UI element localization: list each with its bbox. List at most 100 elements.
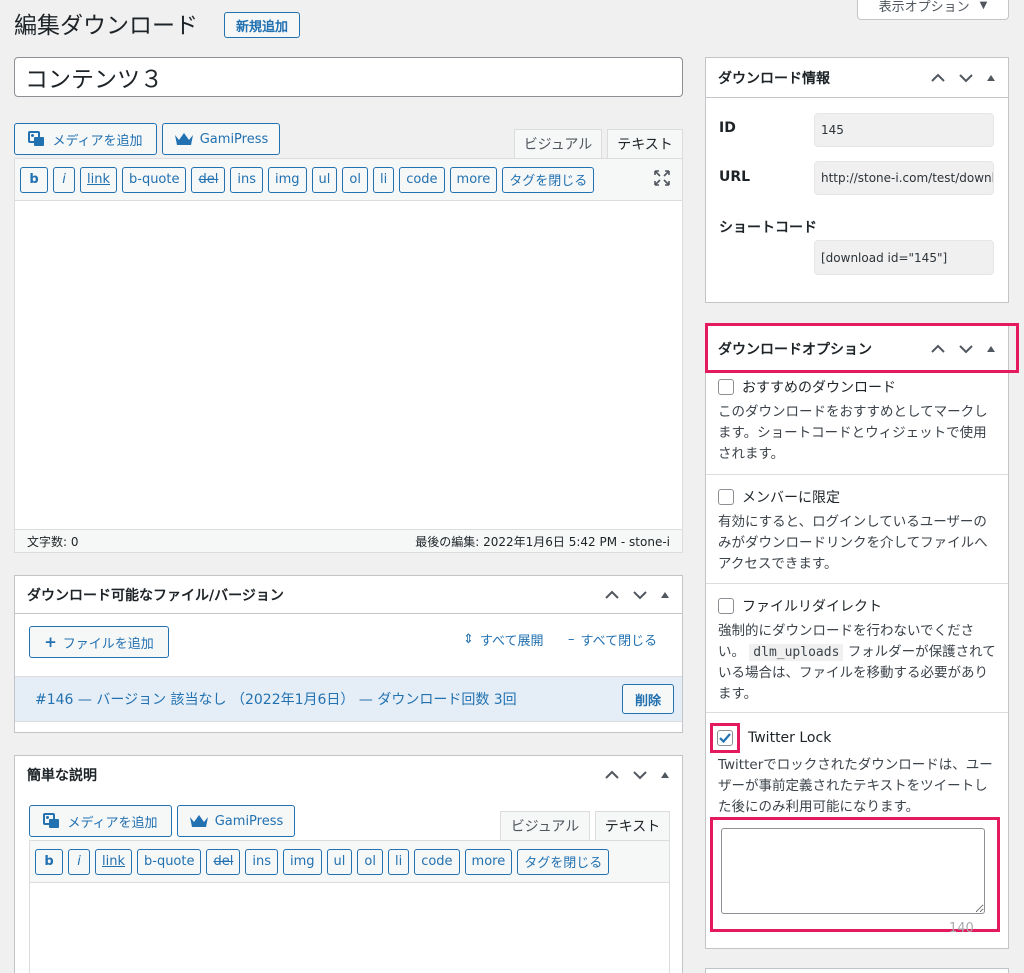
qt-img-button[interactable]: img — [282, 848, 322, 875]
expand-all-link[interactable]: ⇕ すべて展開 — [463, 630, 543, 649]
short-desc-header: 簡単な説明 — [15, 756, 682, 794]
qt-close-tags-button[interactable]: タグを閉じる — [502, 166, 595, 193]
members-description: 有効にすると、ログインしているユーザーのみがダウンロードリンクを介してファイルへ… — [718, 514, 988, 572]
next-box-stub — [705, 968, 1009, 973]
crown-icon — [189, 815, 208, 827]
char-count: 140 — [949, 921, 974, 936]
qt-li-button[interactable]: li — [372, 166, 395, 193]
move-up-icon[interactable] — [604, 590, 620, 600]
info-box-header: ダウンロード情報 — [706, 58, 1008, 98]
last-edited: 最後の編集: 2022年1月6日 5:42 PM - stone-i — [415, 534, 670, 549]
members-only-checkbox[interactable] — [718, 489, 734, 505]
screen-options-label: 表示オプション — [878, 0, 970, 15]
files-versions-box: ダウンロード可能なファイル/バージョン + ファイルを追加 ⇕ すべて展開 – … — [14, 575, 683, 733]
tweet-text-highlight — [710, 817, 1000, 932]
qt-bold-button[interactable]: b — [20, 166, 48, 193]
id-label: ID — [719, 120, 736, 136]
twitter-lock-description: Twitterでロックされたダウンロードは、ユーザーが事前定義されたテキストをツ… — [718, 757, 993, 815]
gamipress-button[interactable]: GamiPress — [162, 123, 280, 155]
add-new-button[interactable]: 新規追加 — [224, 12, 300, 38]
qt-li-button[interactable]: li — [387, 848, 410, 875]
featured-checkbox[interactable] — [718, 379, 734, 395]
redirect-option: ファイルリダイレクト 強制的にダウンロードを行わないでください。 dlm_upl… — [706, 584, 1008, 713]
plus-icon: + — [44, 633, 57, 651]
twitter-lock-label: Twitter Lock — [748, 730, 832, 746]
add-media-button[interactable]: メディアを追加 — [14, 123, 157, 155]
qt-bold-button[interactable]: b — [35, 848, 63, 875]
page-title: 編集ダウンロード — [14, 13, 198, 39]
qt-close-tags-button[interactable]: タグを閉じる — [517, 848, 610, 875]
move-up-icon[interactable] — [604, 770, 620, 780]
qt-ol-button[interactable]: ol — [342, 166, 368, 193]
qt-img-button[interactable]: img — [267, 166, 307, 193]
twitter-checkbox-highlight — [710, 723, 740, 753]
toggle-panel-icon[interactable] — [660, 591, 670, 599]
files-box-title: ダウンロード可能なファイル/バージョン — [27, 587, 284, 604]
version-row[interactable]: #146 — バージョン 該当なし （2022年1月6日） — ダウンロード回数… — [15, 676, 682, 722]
screen-options-button[interactable]: 表示オプション ▼ — [857, 0, 1009, 20]
short-desc-gamipress-button[interactable]: GamiPress — [177, 805, 295, 837]
fullscreen-icon[interactable] — [653, 169, 671, 191]
short-desc-add-media-button[interactable]: メディアを追加 — [29, 805, 172, 837]
qt-link-button[interactable]: link — [95, 848, 132, 875]
qt-ins-button[interactable]: ins — [245, 848, 278, 875]
media-icon — [43, 813, 60, 828]
quicktags-toolbar: b i link b-quote del ins img ul ol li co… — [15, 159, 682, 201]
toggle-panel-icon[interactable] — [986, 74, 996, 82]
expand-icon: ⇕ — [463, 632, 474, 647]
url-field[interactable]: http://stone-i.com/test/download/ — [814, 161, 994, 195]
qt-ul-button[interactable]: ul — [311, 166, 338, 193]
qt-blockquote-button[interactable]: b-quote — [122, 166, 187, 193]
collapse-all-link[interactable]: – すべて閉じる — [568, 630, 657, 649]
redirect-description: 強制的にダウンロードを行わないでください。 dlm_uploads フォルダーが… — [718, 621, 996, 705]
qt-code-button[interactable]: code — [414, 848, 460, 875]
content-textarea[interactable] — [15, 201, 682, 529]
qt-italic-button[interactable]: i — [68, 848, 90, 875]
featured-option: おすすめのダウンロード このダウンロードをおすすめとしてマークします。ショートコ… — [706, 373, 1008, 475]
expand-all-label: すべて展開 — [479, 634, 544, 649]
qt-ol-button[interactable]: ol — [357, 848, 383, 875]
qt-italic-button[interactable]: i — [53, 166, 75, 193]
qt-link-button[interactable]: link — [80, 166, 117, 193]
post-title-input[interactable] — [14, 57, 683, 97]
toggle-panel-icon[interactable] — [660, 771, 670, 779]
move-down-icon[interactable] — [632, 770, 648, 780]
qt-more-button[interactable]: more — [449, 166, 498, 193]
redirect-checkbox[interactable] — [718, 598, 734, 614]
download-options-box: ダウンロードオプション おすすめのダウンロード このダウンロードをおすすめとして… — [705, 324, 1009, 949]
qt-del-button[interactable]: del — [191, 166, 226, 193]
short-desc-textarea[interactable] — [30, 883, 669, 973]
checkmark-icon — [719, 733, 731, 744]
shortcode-label: ショートコード — [719, 220, 817, 236]
tab-text[interactable]: テキスト — [607, 129, 683, 159]
caret-down-icon: ▼ — [979, 0, 988, 11]
download-info-box: ダウンロード情報 ID 145 URL http://stone-i.com/t… — [705, 57, 1009, 303]
add-file-button[interactable]: + ファイルを追加 — [29, 626, 169, 658]
add-media-label: メディアを追加 — [67, 815, 158, 831]
id-field[interactable]: 145 — [814, 113, 994, 147]
crown-icon — [174, 133, 193, 145]
move-down-icon[interactable] — [632, 590, 648, 600]
featured-label: おすすめのダウンロード — [742, 380, 896, 396]
qt-ins-button[interactable]: ins — [230, 166, 263, 193]
qt-blockquote-button[interactable]: b-quote — [137, 848, 202, 875]
move-down-icon[interactable] — [958, 73, 974, 83]
url-label: URL — [719, 169, 751, 185]
qt-del-button[interactable]: del — [206, 848, 241, 875]
short-desc-tab-text[interactable]: テキスト — [595, 811, 670, 841]
short-desc-tab-visual[interactable]: ビジュアル — [500, 811, 590, 841]
shortcode-field[interactable]: [download id="145"] — [814, 240, 994, 275]
qt-more-button[interactable]: more — [464, 848, 513, 875]
delete-version-button[interactable]: 削除 — [622, 684, 674, 714]
options-header-highlight — [705, 323, 1019, 373]
qt-ul-button[interactable]: ul — [326, 848, 353, 875]
tab-visual[interactable]: ビジュアル — [514, 129, 602, 159]
move-up-icon[interactable] — [930, 73, 946, 83]
qt-code-button[interactable]: code — [399, 166, 445, 193]
gamipress-label: GamiPress — [199, 131, 269, 147]
short-desc-editor: b i link b-quote del ins img ul ol li co… — [29, 840, 670, 973]
tweet-text-input[interactable] — [721, 828, 985, 914]
version-row-label: #146 — バージョン 該当なし （2022年1月6日） — ダウンロード回数… — [35, 692, 517, 708]
redirect-label: ファイルリダイレクト — [742, 599, 882, 615]
twitter-lock-checkbox[interactable] — [717, 730, 733, 746]
